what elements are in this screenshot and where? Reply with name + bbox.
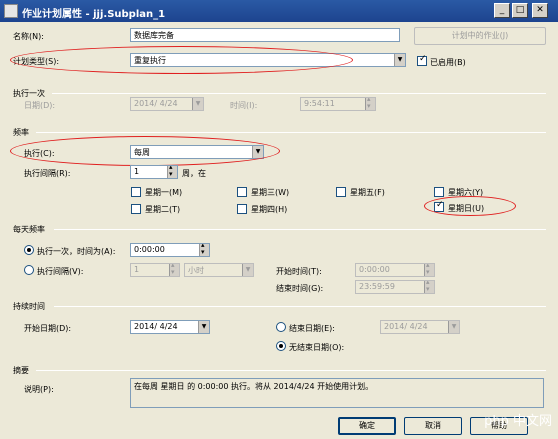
ok-button[interactable]: 确定 [338, 417, 396, 435]
cancel-label: 取消 [425, 421, 441, 430]
start-date-input[interactable]: 2014/ 4/24 ▼ [130, 320, 210, 334]
occurs-every-label: 执行间隔(V): [37, 267, 84, 276]
occurs-every-unit: 小时 [188, 266, 204, 275]
monday-checkbox[interactable] [131, 187, 141, 197]
jobs-button-label: 计划中的作业(J) [451, 31, 509, 40]
name-label: 名称(N): [13, 32, 44, 41]
occurs-every-unit-select[interactable]: 小时 ▼ [184, 263, 254, 277]
friday-label: 星期五(F) [350, 188, 385, 197]
no-end-date-radio[interactable] [276, 341, 286, 351]
start-time-label: 开始时间(T): [276, 267, 322, 276]
divider [36, 132, 546, 133]
chevron-down-icon[interactable]: ▼ [198, 321, 209, 333]
divider [52, 93, 546, 94]
divider [36, 370, 546, 371]
description-value: 在每周 星期日 的 0:00:00 执行。将从 2014/4/24 开始使用计划… [134, 382, 374, 391]
spinner-icon[interactable] [199, 244, 209, 256]
app-icon [4, 4, 18, 18]
occurs-every-radio[interactable] [24, 265, 34, 275]
end-date-label: 结束日期(E): [289, 324, 335, 333]
one-time-time-value: 9:54:11 [304, 99, 335, 108]
enabled-label: 已启用(B) [430, 58, 466, 67]
no-end-date-label: 无结束日期(O): [289, 343, 345, 352]
maximize-button[interactable]: □ [512, 3, 528, 18]
end-time-value: 23:59:59 [359, 282, 395, 291]
chevron-down-icon[interactable]: ▼ [192, 98, 203, 110]
chevron-down-icon[interactable]: ▼ [242, 264, 253, 276]
end-date-radio[interactable] [276, 322, 286, 332]
thursday-label: 星期四(H) [251, 205, 288, 214]
divider [54, 306, 546, 307]
occurs-every-value: 1 [134, 265, 140, 274]
start-date-value: 2014/ 4/24 [134, 322, 178, 331]
description-label: 说明(P): [24, 385, 54, 394]
spinner-icon[interactable] [424, 281, 434, 293]
occurs-every-stepper[interactable]: 1 [130, 263, 180, 277]
name-value: 数据库完备 [134, 31, 174, 40]
frequency-section: 频率 [13, 128, 29, 137]
one-time-date-value: 2014/ 4/24 [134, 99, 178, 108]
chevron-down-icon[interactable]: ▼ [394, 54, 405, 66]
one-time-time-input[interactable]: 9:54:11 [300, 97, 376, 111]
occurs-once-time-input[interactable]: 0:00:00 [130, 243, 210, 257]
watermark-text: php 中文网 [484, 414, 552, 429]
tuesday-checkbox[interactable] [131, 204, 141, 214]
one-time-section: 执行一次 [13, 89, 45, 98]
wednesday-checkbox[interactable] [237, 187, 247, 197]
watermark-logo: php 中文网 [484, 410, 552, 429]
highlight-ellipse [424, 196, 516, 216]
monday-label: 星期一(M) [145, 188, 183, 197]
recurs-label: 执行间隔(R): [24, 169, 71, 178]
spinner-icon[interactable] [169, 264, 179, 276]
highlight-ellipse [10, 136, 280, 166]
daily-frequency-section: 每天频率 [13, 225, 45, 234]
thursday-checkbox[interactable] [237, 204, 247, 214]
minimize-button[interactable]: _ [494, 3, 510, 18]
tuesday-label: 星期二(T) [145, 205, 181, 214]
description-textarea[interactable]: 在每周 星期日 的 0:00:00 执行。将从 2014/4/24 开始使用计划… [130, 378, 544, 408]
wednesday-label: 星期三(W) [251, 188, 290, 197]
end-date-input[interactable]: 2014/ 4/24 ▼ [380, 320, 460, 334]
friday-checkbox[interactable] [336, 187, 346, 197]
recurs-unit: 周，在 [182, 169, 206, 178]
start-date-label: 开始日期(D): [24, 324, 72, 333]
ok-label: 确定 [359, 421, 375, 430]
end-date-value: 2014/ 4/24 [384, 322, 428, 331]
occurs-once-value: 0:00:00 [134, 245, 165, 254]
enabled-checkbox[interactable] [417, 54, 427, 66]
spinner-icon[interactable] [167, 166, 177, 178]
start-time-value: 0:00:00 [359, 265, 390, 274]
highlight-ellipse [10, 46, 353, 74]
duration-section: 持续时间 [13, 302, 45, 311]
close-button[interactable]: ✕ [532, 3, 548, 18]
saturday-checkbox[interactable] [434, 187, 444, 197]
spinner-icon[interactable] [424, 264, 434, 276]
one-time-time-label: 时间(I): [230, 101, 258, 110]
one-time-date-input[interactable]: 2014/ 4/24 ▼ [130, 97, 204, 111]
jobs-in-schedule-button[interactable]: 计划中的作业(J) [414, 27, 546, 45]
name-input[interactable]: 数据库完备 [130, 28, 400, 42]
start-time-input[interactable]: 0:00:00 [355, 263, 435, 277]
cancel-button[interactable]: 取消 [404, 417, 462, 435]
window-title: 作业计划属性 - jjj.Subplan_1 [22, 9, 166, 20]
occurs-once-radio[interactable] [24, 245, 34, 255]
title-bar: 作业计划属性 - jjj.Subplan_1 _ □ ✕ [0, 0, 558, 22]
recurs-stepper[interactable]: 1 [130, 165, 178, 179]
spinner-icon[interactable] [365, 98, 375, 110]
one-time-date-label: 日期(D): [24, 101, 56, 110]
summary-section: 摘要 [13, 366, 29, 375]
divider [54, 229, 546, 230]
occurs-once-label: 执行一次，时间为(A): [37, 247, 116, 256]
recurs-value: 1 [134, 167, 140, 176]
end-time-input[interactable]: 23:59:59 [355, 280, 435, 294]
end-time-label: 结束时间(G): [276, 284, 324, 293]
chevron-down-icon[interactable]: ▼ [448, 321, 459, 333]
